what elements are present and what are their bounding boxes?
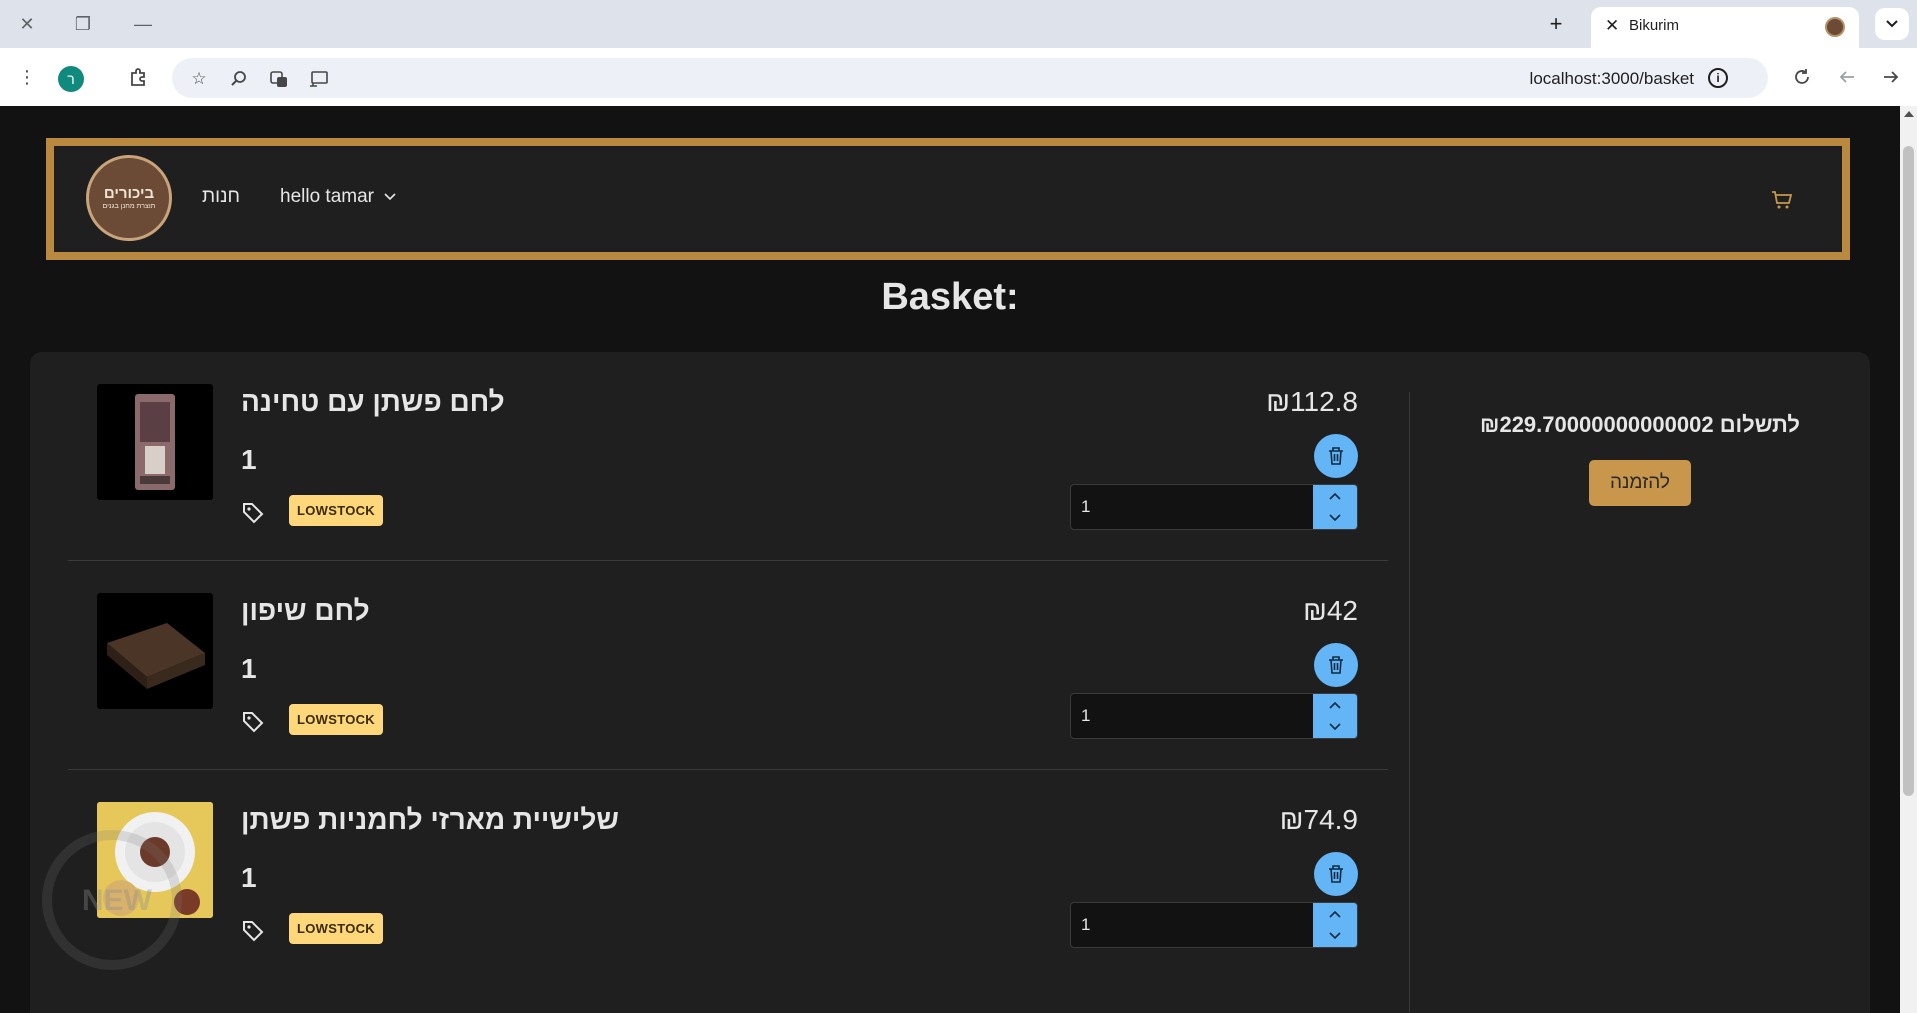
chevron-down-icon <box>1329 723 1341 731</box>
status-badge: LOWSTOCK <box>289 704 383 735</box>
nav-shop-link[interactable]: חנות <box>202 186 240 208</box>
quantity-input[interactable]: 1 <box>1071 903 1314 947</box>
user-menu[interactable]: hello tamar <box>280 186 396 208</box>
trash-icon <box>1329 865 1343 883</box>
reload-icon[interactable] <box>1787 62 1817 92</box>
browser-tab[interactable]: ✕ Bikurim <box>1591 7 1859 48</box>
basket-item: לחם שיפון 1 LOWSTOCK ₪42 1 <box>68 561 1388 770</box>
zoom-icon[interactable] <box>228 68 250 90</box>
increment-button[interactable] <box>1313 694 1357 716</box>
order-button[interactable]: להזמנה <box>1589 460 1691 506</box>
product-price: ₪74.9 <box>1279 804 1358 835</box>
tab-favicon-icon <box>1825 17 1845 37</box>
quantity-input[interactable]: 1 <box>1071 694 1314 738</box>
chevron-up-icon <box>1329 492 1341 500</box>
window-minimize-icon[interactable]: — <box>128 10 158 38</box>
chevron-down-icon <box>384 193 396 201</box>
quantity-stepper: 1 <box>1070 902 1358 948</box>
chevron-down-icon <box>1329 932 1341 940</box>
chevron-up-icon <box>1329 910 1341 918</box>
delete-item-button[interactable] <box>1314 434 1358 478</box>
product-image <box>97 384 213 500</box>
scrollbar-thumb[interactable] <box>1903 146 1914 796</box>
translate-icon[interactable] <box>268 68 290 90</box>
product-price: ₪42 <box>1303 595 1358 626</box>
increment-button[interactable] <box>1313 485 1357 507</box>
tag-icon <box>243 921 264 942</box>
watermark-text: NEW <box>82 884 152 917</box>
user-menu-label: hello tamar <box>280 186 374 207</box>
page-title: Basket: <box>881 276 1019 318</box>
tag-icon <box>243 712 264 733</box>
delete-item-button[interactable] <box>1314 643 1358 687</box>
forward-icon[interactable] <box>1876 62 1906 92</box>
product-image <box>97 593 213 709</box>
back-icon[interactable] <box>1832 62 1862 92</box>
decrement-button[interactable] <box>1313 925 1357 947</box>
menu-dots-icon[interactable]: ⋮ <box>12 62 42 92</box>
increment-button[interactable] <box>1313 903 1357 925</box>
status-badge: LOWSTOCK <box>289 913 383 944</box>
basket-panel: לתשלום ₪229.70000000000002 להזמנה לחם פש… <box>30 352 1870 1013</box>
cast-icon[interactable] <box>308 68 330 90</box>
status-badge: LOWSTOCK <box>289 495 383 526</box>
window-restore-icon[interactable]: ❐ <box>68 10 98 38</box>
order-summary: לתשלום ₪229.70000000000002 להזמנה <box>1410 412 1870 506</box>
decrement-button[interactable] <box>1313 716 1357 738</box>
chevron-down-icon <box>1329 514 1341 522</box>
site-logo[interactable]: ביכורים תוצרת מחנן בגנים <box>86 155 172 241</box>
site-info-icon[interactable]: i <box>1708 68 1728 88</box>
profile-avatar[interactable]: ר <box>58 66 84 92</box>
product-price: ₪112.8 <box>1266 386 1358 417</box>
basket-item: שלישיית מארזי לחמניות פשתן 1 LOWSTOCK ₪7… <box>68 770 1388 979</box>
tab-menu-icon[interactable] <box>1875 8 1909 40</box>
extensions-icon[interactable] <box>124 62 154 92</box>
product-quantity: 1 <box>241 444 257 475</box>
scroll-up-icon[interactable] <box>1904 111 1914 117</box>
page-scrollbar[interactable] <box>1900 106 1917 1013</box>
address-url: localhost:3000/basket <box>1529 69 1694 88</box>
tag-icon <box>243 503 264 524</box>
cart-icon[interactable] <box>1768 186 1796 214</box>
product-quantity: 1 <box>241 653 257 684</box>
decrement-button[interactable] <box>1313 507 1357 529</box>
address-bar[interactable]: ☆ localhost:3000/basket i <box>172 58 1768 98</box>
quantity-stepper: 1 <box>1070 484 1358 530</box>
browser-tab-bar: ✕ ❐ — + ✕ Bikurim <box>0 0 1917 48</box>
tab-close-icon[interactable]: ✕ <box>1605 16 1619 36</box>
product-name: לחם שיפון <box>241 595 370 626</box>
total-to-pay: לתשלום ₪229.70000000000002 <box>1480 412 1800 437</box>
new-tab-icon[interactable]: + <box>1541 10 1571 38</box>
product-name: שלישיית מארזי לחמניות פשתן <box>241 804 619 835</box>
product-name: לחם פשתן עם טחינה <box>241 386 505 417</box>
trash-icon <box>1329 447 1343 465</box>
basket-item: לחם פשתן עם טחינה 1 LOWSTOCK ₪112.8 1 <box>68 352 1388 561</box>
product-quantity: 1 <box>241 862 257 893</box>
delete-item-button[interactable] <box>1314 852 1358 896</box>
chevron-up-icon <box>1329 701 1341 709</box>
top-menubar: ביכורים תוצרת מחנן בגנים חנות hello tama… <box>46 138 1850 260</box>
trash-icon <box>1329 656 1343 674</box>
quantity-input[interactable]: 1 <box>1071 485 1314 529</box>
bookmark-star-icon[interactable]: ☆ <box>188 68 210 90</box>
new-watermark-stamp: NEW <box>42 830 182 970</box>
page-content: ביכורים תוצרת מחנן בגנים חנות hello tama… <box>0 106 1900 1013</box>
window-close-icon[interactable]: ✕ <box>12 10 42 38</box>
quantity-stepper: 1 <box>1070 693 1358 739</box>
tab-title: Bikurim <box>1629 17 1680 34</box>
